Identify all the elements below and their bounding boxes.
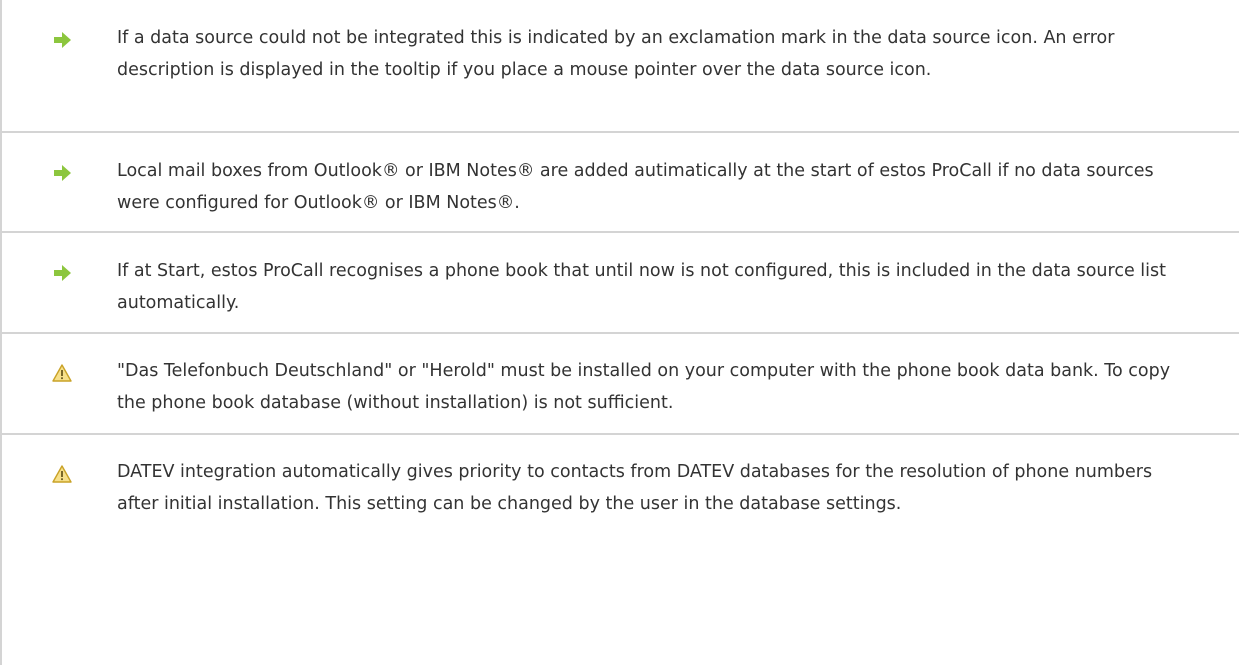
warning-icon: [52, 364, 72, 382]
arrow-right-icon: [54, 165, 71, 181]
arrow-right-icon: [54, 32, 71, 48]
note-text: Local mail boxes from Outlook® or IBM No…: [117, 161, 1154, 213]
note-text: "Das Telefonbuch Deutschland" or "Herold…: [117, 361, 1171, 413]
notes-list: If a data source could not be integrated…: [0, 0, 1239, 665]
note-text: If a data source could not be integrated…: [117, 28, 1115, 80]
note-tip: If a data source could not be integrated…: [0, 0, 1239, 133]
note-text: If at Start, estos ProCall recognises a …: [117, 261, 1166, 313]
note-tip: Local mail boxes from Outlook® or IBM No…: [0, 133, 1239, 233]
note-warning: DATEV integration automatically gives pr…: [0, 435, 1239, 665]
warning-icon: [52, 465, 72, 483]
note-tip: If at Start, estos ProCall recognises a …: [0, 233, 1239, 334]
arrow-right-icon: [54, 265, 71, 281]
note-warning: "Das Telefonbuch Deutschland" or "Herold…: [0, 334, 1239, 435]
note-text: DATEV integration automatically gives pr…: [117, 462, 1153, 514]
